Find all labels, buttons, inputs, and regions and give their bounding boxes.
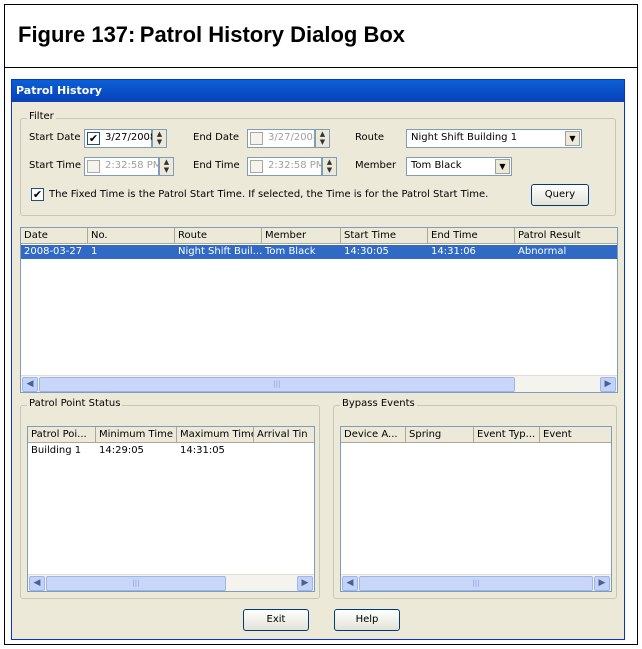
member-value: Tom Black [411,160,462,171]
patrol-point-status-legend: Patrol Point Status [27,398,123,409]
patrol-point-horizontal-scrollbar[interactable]: ◀ ||| ▶ [28,574,314,591]
arrow-right-icon[interactable]: ▶ [594,576,610,591]
arrow-right-icon[interactable]: ▶ [297,576,313,591]
patrol-point-status-group: Patrol Point Status Patrol Poi... Minimu… [20,398,320,599]
filter-group: Filter Start Date ✔ 3/27/2008 ▲ ▼ End Dat… [20,111,616,216]
col-patrol-point[interactable]: Patrol Poi... [28,427,96,443]
end-time-label: End Time [193,160,240,171]
start-date-picker[interactable]: ✔ 3/27/2008 [84,129,156,148]
exit-button[interactable]: Exit [243,609,309,631]
end-date-picker[interactable]: 3/27/2008 [247,129,319,148]
end-date-checkbox[interactable] [250,132,263,145]
col-route[interactable]: Route [175,228,262,244]
row-maximum-time: 14:31:05 [180,445,225,456]
row-date: 2008-03-27 [24,246,83,257]
col-maximum-time[interactable]: Maximum Time [177,427,254,443]
figure-caption: Figure 137: Patrol History Dialog Box [5,5,637,68]
start-date-checkbox[interactable]: ✔ [87,132,100,145]
end-time-spin-icon[interactable]: ▲ ▼ [322,157,337,176]
start-time-value: 2:32:58 PM [105,160,162,171]
start-time-picker[interactable]: 2:32:58 PM [84,157,162,176]
end-date-spin-icon[interactable]: ▲ ▼ [315,129,330,148]
col-device-address[interactable]: Device A... [341,427,406,443]
member-chevron-down-icon[interactable]: ▼ [495,159,510,174]
arrow-right-icon[interactable]: ▶ [600,377,616,392]
fixed-time-label: The Fixed Time is the Patrol Start Time.… [49,189,489,200]
history-table-header: Date No. Route Member Start Time End Tim… [21,228,617,244]
arrow-left-icon[interactable]: ◀ [22,377,38,392]
col-date[interactable]: Date [21,228,88,244]
end-time-checkbox[interactable] [250,160,263,173]
end-time-picker[interactable]: 2:32:58 PM [247,157,325,176]
scroll-thumb-grip-icon[interactable]: ||| [46,576,226,591]
col-member[interactable]: Member [262,228,341,244]
row-member: Tom Black [265,246,316,257]
patrol-history-window: Patrol History Filter Start Date ✔ 3/27/… [11,79,625,640]
col-patrol-result[interactable]: Patrol Result [515,228,617,244]
route-select[interactable]: Night Shift Building 1 ▼ [406,129,582,148]
patrol-point-table-header: Patrol Poi... Minimum Time Maximum Time … [28,427,314,443]
bypass-events-table[interactable]: Device A... Spring Event Typ... Event ◀ … [340,426,612,592]
col-end-time[interactable]: End Time [428,228,515,244]
start-time-checkbox[interactable] [87,160,100,173]
table-row[interactable]: Building 1 14:29:05 14:31:05 [28,444,314,458]
col-start-time[interactable]: Start Time [341,228,428,244]
route-label: Route [355,132,385,143]
table-row[interactable]: 2008-03-27 1 Night Shift Buil... Tom Bla… [21,245,617,259]
end-time-value: 2:32:58 PM [268,160,325,171]
scroll-thumb-grip-icon[interactable]: ||| [39,377,515,392]
row-patrol-result: Abnormal [518,246,567,257]
help-button[interactable]: Help [334,609,400,631]
route-value: Night Shift Building 1 [411,132,518,143]
arrow-left-icon[interactable]: ◀ [342,576,358,591]
col-event[interactable]: Event [540,427,611,443]
bypass-events-horizontal-scrollbar[interactable]: ◀ ||| ▶ [341,574,611,591]
route-chevron-down-icon[interactable]: ▼ [565,131,580,146]
patrol-point-table[interactable]: Patrol Poi... Minimum Time Maximum Time … [27,426,315,592]
bypass-events-legend: Bypass Events [340,398,417,409]
arrow-left-icon[interactable]: ◀ [29,576,45,591]
fixed-time-checkbox[interactable]: ✔ [31,188,44,201]
start-date-value: 3/27/2008 [105,132,157,143]
history-horizontal-scrollbar[interactable]: ◀ ||| ▶ [21,375,617,392]
bypass-events-table-header: Device A... Spring Event Typ... Event [341,427,611,443]
row-no: 1 [91,246,98,257]
window-title: Patrol History [12,80,624,102]
member-label: Member [355,160,397,171]
bypass-events-group: Bypass Events Device A... Spring Event T… [333,398,617,599]
member-select[interactable]: Tom Black ▼ [406,157,512,176]
query-button[interactable]: Query [531,184,589,206]
row-patrol-point: Building 1 [31,445,82,456]
start-time-spin-icon[interactable]: ▲ ▼ [159,157,174,176]
start-date-label: Start Date [29,132,81,143]
end-date-value: 3/27/2008 [268,132,320,143]
row-start-time: 14:30:05 [344,246,389,257]
patrol-history-table[interactable]: Date No. Route Member Start Time End Tim… [20,227,618,393]
col-no[interactable]: No. [88,228,175,244]
row-arrival-time [254,444,314,445]
start-time-label: Start Time [29,160,82,171]
scroll-thumb-grip-icon[interactable]: ||| [359,576,593,591]
col-spring[interactable]: Spring [406,427,474,443]
end-date-label: End Date [193,132,240,143]
col-event-type[interactable]: Event Typ... [474,427,540,443]
filter-legend: Filter [27,111,56,122]
col-arrival-time[interactable]: Arrival Tin [254,427,314,443]
row-end-time: 14:31:06 [431,246,476,257]
row-minimum-time: 14:29:05 [99,445,144,456]
row-route: Night Shift Buil... [178,246,262,257]
col-minimum-time[interactable]: Minimum Time [96,427,177,443]
start-date-spin-icon[interactable]: ▲ ▼ [152,129,167,148]
